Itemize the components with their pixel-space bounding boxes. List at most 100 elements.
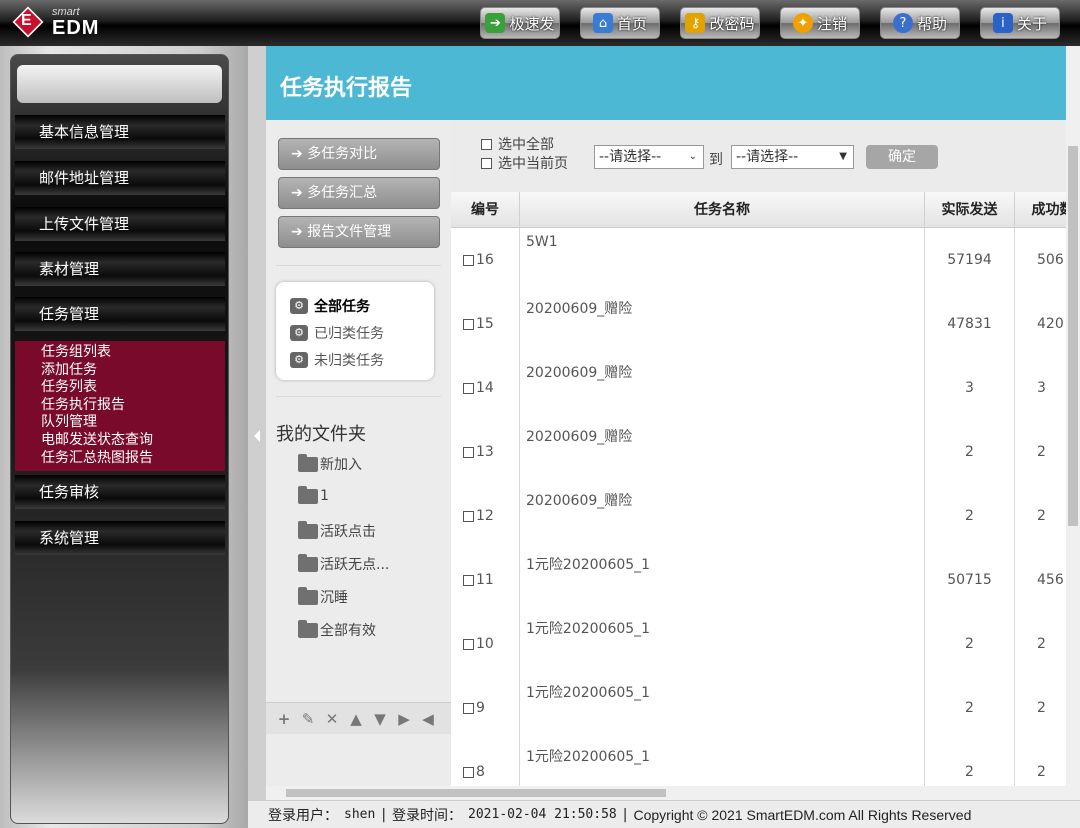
collapse-arrow-icon[interactable] [254,430,260,442]
add-icon[interactable]: + [276,710,292,728]
help-button[interactable]: ? 帮助 [880,7,960,39]
report-file-management-button[interactable]: ➔ 报告文件管理 [278,216,440,248]
multi-task-summary-button[interactable]: ➔ 多任务汇总 [278,177,440,209]
row-id: 12 [476,508,494,524]
sidebar-collapse-strip[interactable] [248,46,266,800]
table-row[interactable]: 10 1元险20200605_1 2 2 [451,612,1066,676]
folder-item[interactable]: 新加入 [298,453,362,474]
filter-categorized-label: 已归类任务 [314,325,384,342]
folder-label: 活跃无点... [320,557,390,573]
sidebar-item-basic-info[interactable]: 基本信息管理 [15,115,225,149]
horizontal-scroll-thumb[interactable] [286,789,666,797]
table-row[interactable]: 12 20200609_赠险 2 2 [451,484,1066,548]
filter-all-tasks[interactable]: ⚙ 全部任务 [290,292,434,319]
row-task-name[interactable]: 20200609_赠险 [520,356,925,420]
folder-item[interactable]: 1 [298,485,329,504]
submenu-item-task-list[interactable]: 任务列表 [41,379,225,397]
checkbox-icon[interactable] [463,638,474,650]
folder-item[interactable]: 全部有效 [298,619,376,640]
sidebar-item-email-address[interactable]: 邮件地址管理 [15,161,225,195]
checkbox-icon[interactable] [463,446,474,458]
multi-task-compare-button[interactable]: ➔ 多任务对比 [278,138,440,170]
submenu-item-queue[interactable]: 队列管理 [41,414,225,432]
horizontal-scrollbar[interactable] [266,786,1066,800]
about-label: 关于 [1016,14,1047,33]
table-row[interactable]: 14 20200609_赠险 3 3 [451,356,1066,420]
checkbox-icon[interactable] [463,318,474,330]
delete-icon[interactable]: ✕ [324,710,340,728]
row-task-name[interactable]: 20200609_赠险 [520,484,925,548]
help-icon: ? [892,13,913,33]
submenu-item-heatmap-report[interactable]: 任务汇总热图报告 [41,450,225,468]
submenu-item-task-group-list[interactable]: 任务组列表 [41,344,225,362]
filter-categorized-tasks[interactable]: ⚙ 已归类任务 [290,319,434,346]
table-row[interactable]: 11 1元险20200605_1 50715 456 [451,548,1066,612]
sidebar-item-system[interactable]: 系统管理 [15,521,225,555]
column-header-sent[interactable]: 实际发送 [925,192,1015,228]
logo-main-text: EDM [52,17,100,39]
key-icon: ⚷ [685,13,706,33]
row-task-name[interactable]: 5W1 [520,228,925,292]
column-header-id[interactable]: 编号 [451,192,520,228]
vertical-scroll-thumb[interactable] [1068,146,1078,526]
table-row[interactable]: 15 20200609_赠险 47831 420 [451,292,1066,356]
submenu-item-add-task[interactable]: 添加任务 [41,362,225,380]
sidebar-item-material[interactable]: 素材管理 [15,252,225,286]
row-task-name[interactable]: 1元险20200605_1 [520,612,925,676]
login-user: shen [344,807,376,822]
row-task-name[interactable]: 20200609_赠险 [520,292,925,356]
range-start-select[interactable]: --请选择-- ⌄ [594,145,704,169]
range-end-select[interactable]: --请选择-- ▼ [731,145,854,169]
quick-send-button[interactable]: ➔ 极速发 [480,7,560,39]
folder-item[interactable]: 沉睡 [298,586,348,607]
row-success: 420 [1015,292,1066,356]
sidebar-item-task-management[interactable]: 任务管理 [15,297,225,331]
folder-item[interactable]: 活跃无点... [298,553,390,574]
home-button[interactable]: ⌂ 首页 [580,7,660,39]
column-header-name[interactable]: 任务名称 [520,192,925,228]
row-sent: 57194 [925,228,1015,292]
select-all-checkbox[interactable]: 选中全部 [481,134,554,154]
title-bar: 任务执行报告 [266,46,1066,120]
row-task-name[interactable]: 1元险20200605_1 [520,548,925,612]
checkbox-icon[interactable] [463,510,474,522]
sidebar-item-task-review[interactable]: 任务审核 [15,475,225,509]
move-right-icon[interactable]: ▶ [396,710,412,728]
table-row[interactable]: 13 20200609_赠险 2 2 [451,420,1066,484]
vertical-scrollbar[interactable] [1066,46,1080,800]
about-button[interactable]: i 关于 [980,7,1060,39]
folder-icon [298,520,318,539]
select-page-checkbox[interactable]: 选中当前页 [481,153,568,173]
column-header-success[interactable]: 成功数 [1015,192,1067,228]
checkbox-icon[interactable] [463,382,474,394]
change-password-button[interactable]: ⚷ 改密码 [680,7,760,39]
submenu-item-task-report[interactable]: 任务执行报告 [41,397,225,415]
sidebar-item-upload-file[interactable]: 上传文件管理 [15,207,225,241]
page-title: 任务执行报告 [280,76,413,101]
home-label: 首页 [616,14,647,33]
sidebar-panel: 基本信息管理 邮件地址管理 上传文件管理 素材管理 任务管理 任务组列表 添加任… [10,54,229,824]
checkbox-icon[interactable] [463,702,474,714]
checkbox-icon[interactable] [463,574,474,586]
move-up-icon[interactable]: ▲ [348,710,364,728]
quick-send-label: 极速发 [509,14,555,33]
folder-item[interactable]: 活跃点击 [298,520,376,541]
row-task-name[interactable]: 20200609_赠险 [520,420,925,484]
table-row[interactable]: 16 5W1 57194 506 [451,228,1066,292]
move-down-icon[interactable]: ▼ [372,710,388,728]
confirm-button[interactable]: 确定 [866,145,938,169]
submenu-item-email-status[interactable]: 电邮发送状态查询 [41,432,225,450]
logout-button[interactable]: ✦ 注销 [780,7,860,39]
checkbox-icon[interactable] [463,766,474,778]
select-page-label: 选中当前页 [498,156,568,172]
move-left-icon[interactable]: ◀ [420,710,436,728]
filter-uncategorized-tasks[interactable]: ⚙ 未归类任务 [290,346,434,373]
row-success: 2 [1015,484,1066,548]
gear-icon: ⚙ [290,324,308,341]
checkbox-icon[interactable] [463,254,474,266]
row-task-name[interactable]: 1元险20200605_1 [520,676,925,740]
edit-icon[interactable]: ✎ [300,710,316,728]
table-row[interactable]: 9 1元险20200605_1 2 2 [451,676,1066,740]
row-success: 3 [1015,356,1066,420]
folder-label: 新加入 [320,457,362,473]
